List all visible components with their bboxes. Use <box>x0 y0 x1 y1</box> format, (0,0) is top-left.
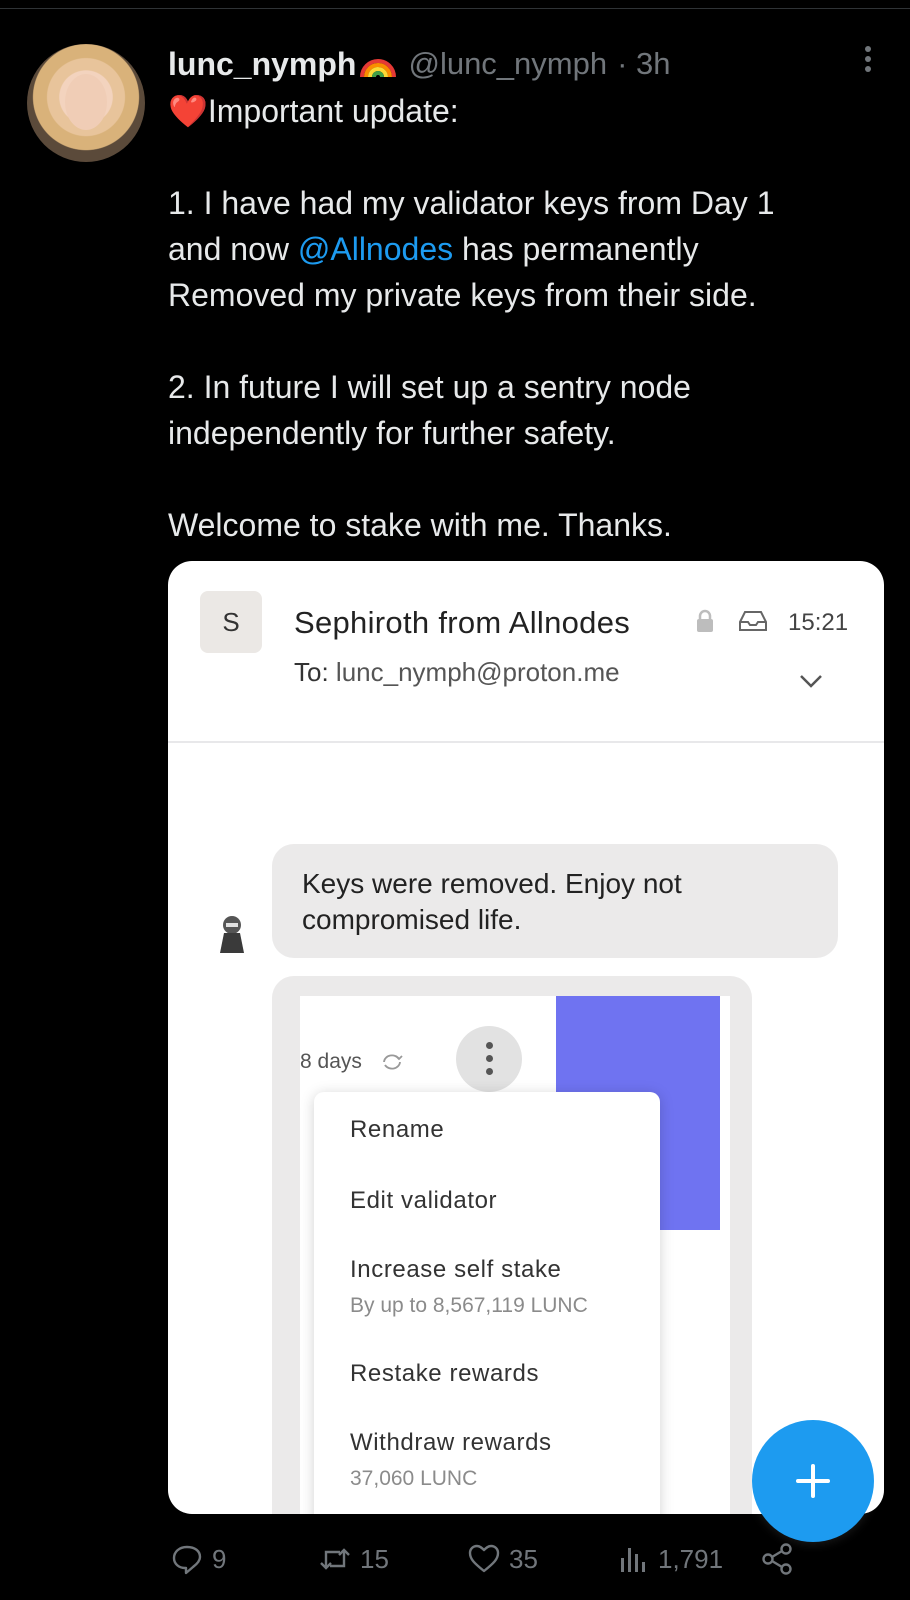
reply-icon <box>172 1545 202 1575</box>
sender-initial: S <box>222 606 240 637</box>
email-header: S Sephiroth from Allnodes 15:21 To: lunc… <box>168 561 884 743</box>
rainbow-emoji-icon <box>358 49 398 79</box>
inbox-icon <box>739 611 767 631</box>
tweet-para3: Welcome to stake with me. Thanks. <box>168 507 672 543</box>
like-count: 35 <box>509 1543 538 1574</box>
tweet-actions: 9 15 35 1,791 <box>0 1536 910 1586</box>
menu-item-rename: Rename <box>350 1116 445 1143</box>
tweet-line1: Important update: <box>207 93 459 129</box>
avatar[interactable] <box>27 44 145 162</box>
chevron-down-icon <box>800 675 822 688</box>
menu-item-edit-validator: Edit validator <box>350 1187 498 1214</box>
email-sender: Sephiroth from Allnodes <box>294 605 631 640</box>
menu-item-restake-rewards: Restake rewards <box>350 1360 540 1387</box>
tweet-para2: 2. In future I will set up a sentry node… <box>168 369 691 451</box>
like-button[interactable]: 35 <box>467 1542 538 1576</box>
recipient-address: lunc_nymph@proton.me <box>335 657 620 687</box>
ninja-avatar-icon <box>220 916 244 953</box>
tweet-body: ❤️Important update: 1. I have had my val… <box>168 88 868 548</box>
share-icon <box>762 1543 792 1575</box>
inner-page: 8 days Rename Edit validator Increase se… <box>300 996 730 1514</box>
email-time: 15:21 <box>788 609 849 636</box>
heart-emoji-icon: ❤️ <box>168 93 208 129</box>
email-recipient-line: To: lunc_nymph@proton.me <box>294 657 620 688</box>
reply-count: 9 <box>212 1543 227 1574</box>
menu-sub-self-stake: By up to 8,567,119 LUNC <box>350 1294 588 1317</box>
views-button[interactable]: 1,791 <box>616 1542 723 1576</box>
tweet-time: · 3h <box>617 46 671 81</box>
inner-screenshot: 8 days Rename Edit validator Increase se… <box>272 976 752 1514</box>
sender-avatar: S <box>200 591 262 653</box>
tweet-header: lunc_nymph @lunc_nymph · 3h <box>168 44 671 84</box>
retweet-button[interactable]: 15 <box>318 1542 389 1576</box>
compose-fab-button[interactable] <box>752 1420 874 1542</box>
more-options-icon[interactable] <box>856 44 880 78</box>
tweet-media-image[interactable]: S Sephiroth from Allnodes 15:21 To: lunc… <box>168 561 884 1514</box>
views-bar-chart-icon <box>621 1548 645 1572</box>
menu-item-withdraw-rewards: Withdraw rewards <box>350 1429 552 1456</box>
retweet-count: 15 <box>360 1543 389 1574</box>
days-label: 8 days <box>300 1050 362 1073</box>
menu-item-increase-self-stake: Increase self stake <box>350 1256 562 1283</box>
to-label: To: <box>294 657 329 687</box>
display-name[interactable]: lunc_nymph <box>168 46 356 83</box>
validator-menu: Rename Edit validator Increase self stak… <box>314 1092 660 1514</box>
refresh-icon <box>383 1054 403 1070</box>
avatar-face <box>65 74 107 130</box>
mention-link[interactable]: @Allnodes <box>298 231 453 267</box>
top-divider <box>0 8 910 9</box>
menu-sub-withdraw: 37,060 LUNC <box>350 1467 478 1490</box>
lock-icon <box>697 609 713 632</box>
message-bubble: Keys were removed. Enjoy not compromised… <box>272 844 838 958</box>
kebab-menu-icon <box>456 1026 522 1092</box>
retweet-icon <box>320 1548 350 1570</box>
views-count: 1,791 <box>658 1543 724 1574</box>
like-heart-icon <box>468 1544 500 1573</box>
share-button[interactable] <box>760 1542 794 1576</box>
reply-button[interactable]: 9 <box>170 1542 226 1576</box>
user-handle[interactable]: @lunc_nymph <box>408 46 607 82</box>
